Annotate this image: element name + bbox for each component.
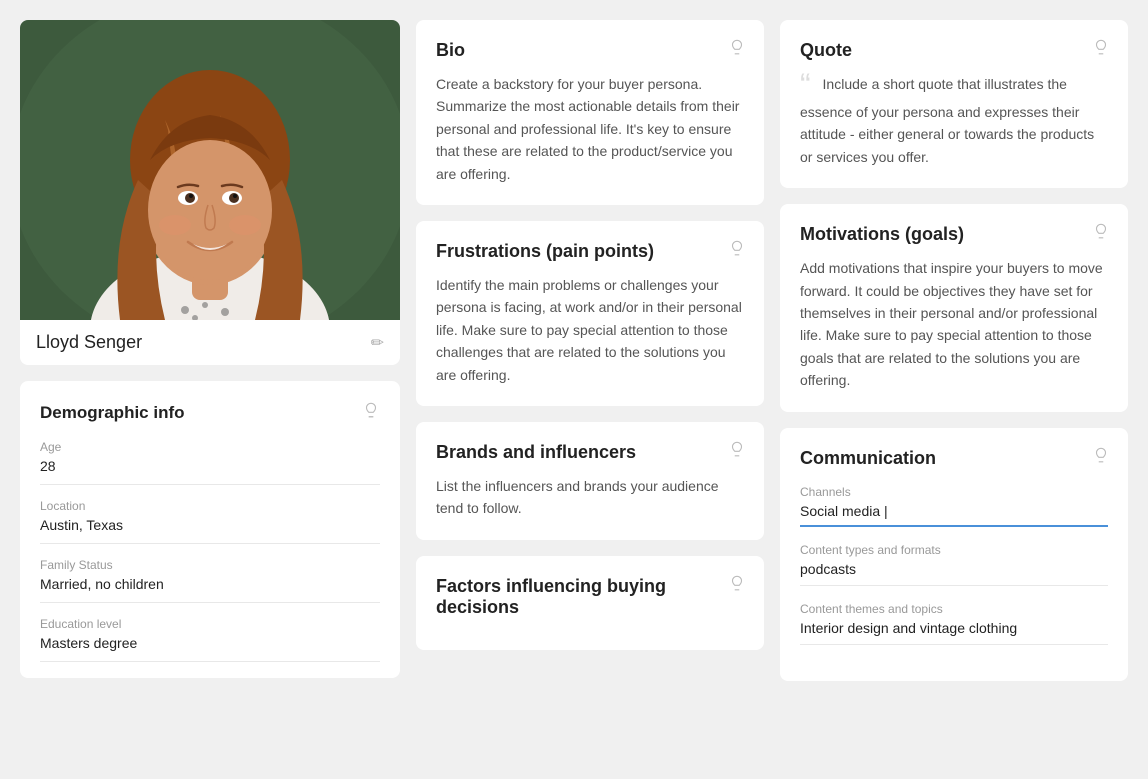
bio-title: Bio (436, 40, 744, 61)
brands-body: List the influencers and brands your aud… (436, 475, 744, 520)
education-value: Masters degree (40, 635, 380, 662)
profile-name-row: Lloyd Senger ✏ (20, 320, 400, 365)
channels-value[interactable]: Social media | (800, 503, 1108, 527)
content-types-label: Content types and formats (800, 543, 1108, 557)
right-column: Quote “ Include a short quote that illus… (780, 20, 1128, 696)
factors-bulb-icon (728, 574, 746, 597)
middle-column: Bio Create a backstory for your buyer pe… (416, 20, 764, 696)
demographic-title: Demographic info (40, 403, 185, 423)
frustrations-title: Frustrations (pain points) (436, 241, 744, 262)
demographic-bulb-icon (362, 401, 380, 424)
communication-card: Communication Channels Social media | Co… (780, 428, 1128, 681)
comm-bulb-icon (1092, 446, 1110, 469)
frustrations-body: Identify the main problems or challenges… (436, 274, 744, 386)
profile-photo (20, 20, 400, 320)
quote-text: Include a short quote that illustrates t… (800, 76, 1094, 165)
family-status-label: Family Status (40, 558, 380, 572)
content-themes-label: Content themes and topics (800, 602, 1108, 616)
left-column: Lloyd Senger ✏ Demographic info Age 28 (20, 20, 400, 759)
family-status-field: Family Status Married, no children (40, 558, 380, 603)
motivations-title: Motivations (goals) (800, 224, 1108, 245)
age-label: Age (40, 440, 380, 454)
age-value: 28 (40, 458, 380, 485)
education-label: Education level (40, 617, 380, 631)
motivations-body: Add motivations that inspire your buyers… (800, 257, 1108, 391)
quote-bulb-icon (1092, 38, 1110, 61)
profile-card: Lloyd Senger ✏ (20, 20, 400, 365)
location-label: Location (40, 499, 380, 513)
bio-body: Create a backstory for your buyer person… (436, 73, 744, 185)
location-value: Austin, Texas (40, 517, 380, 544)
demographic-card: Demographic info Age 28 Location Austin,… (20, 381, 400, 678)
frustrations-card: Frustrations (pain points) Identify the … (416, 221, 764, 406)
quote-title: Quote (800, 40, 1108, 61)
quote-card: Quote “ Include a short quote that illus… (780, 20, 1128, 188)
factors-title: Factors influencing buying decisions (436, 576, 744, 618)
bio-bulb-icon (728, 38, 746, 61)
edit-icon[interactable]: ✏ (371, 333, 384, 353)
demographic-header: Demographic info (40, 401, 380, 424)
comm-title: Communication (800, 448, 1108, 469)
channels-label: Channels (800, 485, 1108, 499)
family-status-value: Married, no children (40, 576, 380, 603)
content-types-value: podcasts (800, 561, 1108, 586)
profile-name: Lloyd Senger (36, 332, 142, 353)
factors-card: Factors influencing buying decisions (416, 556, 764, 650)
brands-title: Brands and influencers (436, 442, 744, 463)
brands-bulb-icon (728, 440, 746, 463)
location-field: Location Austin, Texas (40, 499, 380, 544)
content-themes-value: Interior design and vintage clothing (800, 620, 1108, 645)
quote-body: “ Include a short quote that illustrates… (800, 73, 1108, 168)
bio-card: Bio Create a backstory for your buyer pe… (416, 20, 764, 205)
education-field: Education level Masters degree (40, 617, 380, 662)
brands-card: Brands and influencers List the influenc… (416, 422, 764, 540)
age-field: Age 28 (40, 440, 380, 485)
frustrations-bulb-icon (728, 239, 746, 262)
motivations-card: Motivations (goals) Add motivations that… (780, 204, 1128, 411)
motivations-bulb-icon (1092, 222, 1110, 245)
quote-mark-icon: “ (800, 69, 811, 101)
